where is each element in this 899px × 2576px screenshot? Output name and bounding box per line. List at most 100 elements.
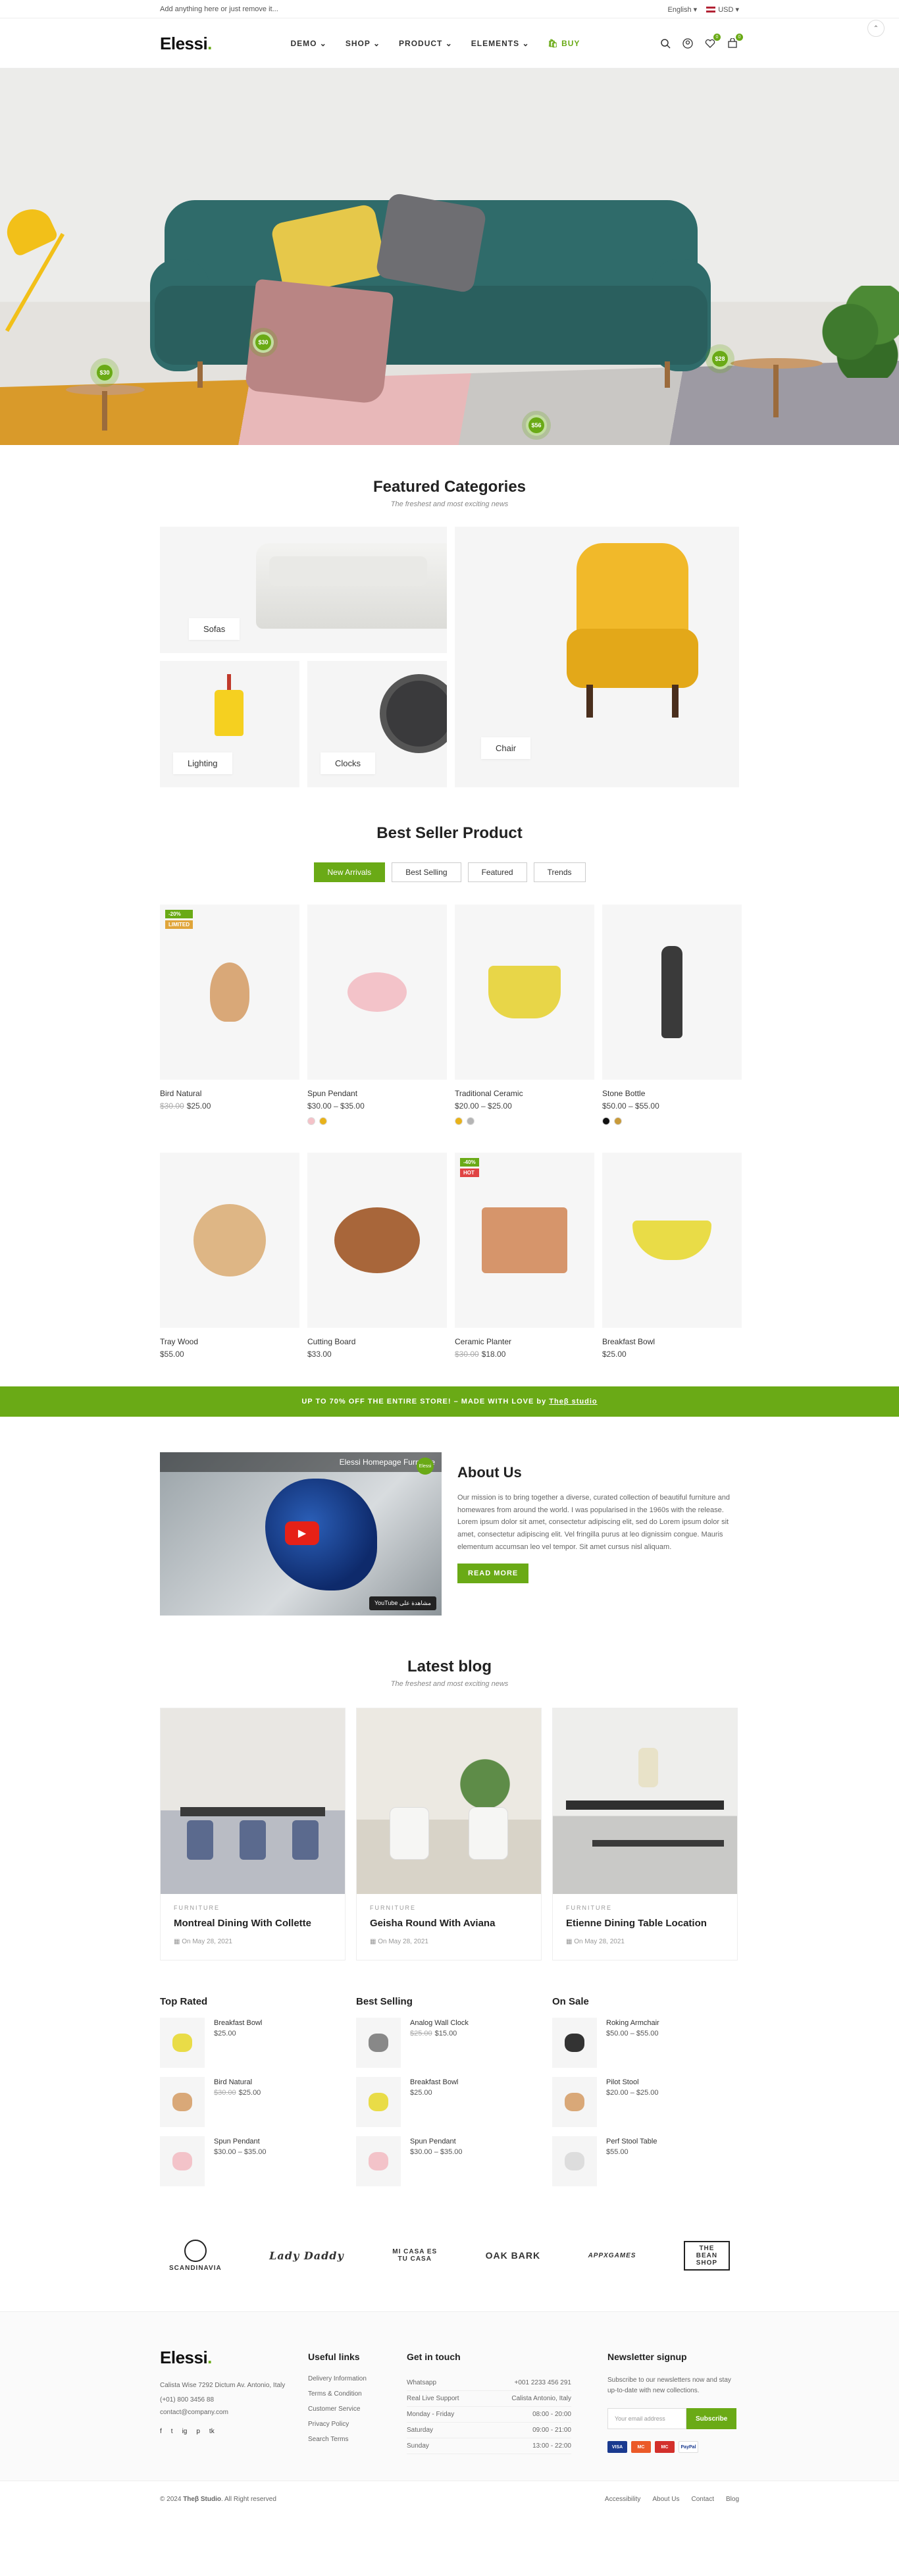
nav-buy[interactable]: 🛍 BUY: [548, 39, 580, 48]
mini-product-image[interactable]: [552, 2077, 597, 2127]
mini-product[interactable]: Perf Stool Table $55.00: [552, 2136, 738, 2186]
youtube-watch-button[interactable]: YouTube مشاهدة على: [369, 1596, 436, 1610]
subscribe-button[interactable]: Subscribe: [686, 2408, 737, 2429]
color-swatch[interactable]: [319, 1117, 327, 1125]
product-card[interactable]: -20% LIMITED Bird Natural $30.00 $25.00: [160, 905, 299, 1125]
product-image[interactable]: [455, 905, 594, 1080]
bottom-link[interactable]: Blog: [726, 2496, 739, 2503]
tab-new-arrivals[interactable]: New Arrivals: [313, 862, 386, 882]
read-more-button[interactable]: READ MORE: [457, 1564, 529, 1584]
product-card[interactable]: Breakfast Bowl $25.00: [602, 1153, 742, 1359]
color-swatch[interactable]: [455, 1117, 463, 1125]
color-swatch[interactable]: [467, 1117, 475, 1125]
newsletter-email-input[interactable]: Your email address: [607, 2408, 686, 2429]
tab-featured[interactable]: Featured: [467, 862, 527, 882]
mini-product[interactable]: Breakfast Bowl $25.00: [160, 2018, 346, 2068]
product-name[interactable]: Spun Pendant: [307, 1089, 447, 1098]
product-image[interactable]: [160, 1153, 299, 1328]
pinterest-icon[interactable]: p: [196, 2428, 200, 2435]
post-title[interactable]: Montreal Dining With Collette: [174, 1918, 332, 1929]
product-card[interactable]: Spun Pendant $30.00 – $35.00: [307, 905, 447, 1125]
brand-logo[interactable]: OAK BARK: [486, 2250, 540, 2261]
brand-logo[interactable]: MI CASA ES TU CASA: [392, 2248, 438, 2263]
video-embed[interactable]: Elessi Homepage Furniture Elessi ▶ YouTu…: [160, 1452, 442, 1616]
mini-product[interactable]: Bird Natural $30.00 $25.00: [160, 2077, 346, 2127]
mini-product-name[interactable]: Pilot Stool: [606, 2078, 659, 2086]
product-image[interactable]: [602, 905, 742, 1080]
instagram-icon[interactable]: ig: [182, 2428, 188, 2435]
footer-link[interactable]: Terms & Condition: [308, 2390, 407, 2398]
facebook-icon[interactable]: f: [160, 2428, 162, 2435]
mini-product-name[interactable]: Breakfast Bowl: [410, 2078, 458, 2086]
mini-product-image[interactable]: [356, 2077, 401, 2127]
mini-product-name[interactable]: Spun Pendant: [214, 2138, 267, 2145]
color-swatch[interactable]: [307, 1117, 315, 1125]
mini-product-image[interactable]: [356, 2018, 401, 2068]
mini-product-image[interactable]: [552, 2136, 597, 2186]
mini-product[interactable]: Roking Armchair $50.00 – $55.00: [552, 2018, 738, 2068]
product-name[interactable]: Ceramic Planter: [455, 1337, 594, 1346]
tab-best-selling[interactable]: Best Selling: [392, 862, 461, 882]
language-select[interactable]: English ▾: [668, 5, 698, 14]
copyright-studio[interactable]: Theβ Studio: [183, 2496, 221, 2503]
mini-product-name[interactable]: Bird Natural: [214, 2078, 261, 2086]
product-image[interactable]: -20% LIMITED: [160, 905, 299, 1080]
category-sofas[interactable]: Sofas: [160, 527, 447, 653]
blog-post[interactable]: FURNITURE Etienne Dining Table Location …: [552, 1708, 738, 1960]
twitter-icon[interactable]: t: [171, 2428, 173, 2435]
product-card[interactable]: Tray Wood $55.00: [160, 1153, 299, 1359]
product-card[interactable]: Stone Bottle $50.00 – $55.00: [602, 905, 742, 1125]
mini-product[interactable]: Pilot Stool $20.00 – $25.00: [552, 2077, 738, 2127]
product-name[interactable]: Tray Wood: [160, 1337, 299, 1346]
hotspot[interactable]: $28: [709, 348, 731, 369]
product-name[interactable]: Traditional Ceramic: [455, 1089, 594, 1098]
product-card[interactable]: Traditional Ceramic $20.00 – $25.00: [455, 905, 594, 1125]
mini-product[interactable]: Breakfast Bowl $25.00: [356, 2077, 542, 2127]
product-name[interactable]: Breakfast Bowl: [602, 1337, 742, 1346]
hotspot[interactable]: $30: [94, 362, 115, 383]
promo-link[interactable]: Theβ studio: [549, 1398, 597, 1406]
brand-logo[interactable]: SCANDINAVIA: [169, 2239, 222, 2272]
mini-product-image[interactable]: [356, 2136, 401, 2186]
mini-product-image[interactable]: [160, 2018, 205, 2068]
mini-product-image[interactable]: [160, 2077, 205, 2127]
wishlist-icon[interactable]: 0: [704, 34, 721, 50]
post-title[interactable]: Geisha Round With Aviana: [370, 1918, 528, 1929]
mini-product-name[interactable]: Analog Wall Clock: [410, 2019, 469, 2027]
footer-link[interactable]: Customer Service: [308, 2405, 407, 2413]
product-name[interactable]: Bird Natural: [160, 1089, 299, 1098]
footer-link[interactable]: Search Terms: [308, 2436, 407, 2443]
search-icon[interactable]: [659, 37, 672, 50]
bottom-link[interactable]: About Us: [652, 2496, 679, 2503]
color-swatch[interactable]: [614, 1117, 622, 1125]
hotspot[interactable]: $30: [253, 332, 274, 353]
footer-link[interactable]: Delivery Information: [308, 2375, 407, 2382]
post-title[interactable]: Etienne Dining Table Location: [566, 1918, 724, 1929]
category-lighting[interactable]: Lighting: [160, 661, 299, 787]
category-chair[interactable]: Chair: [455, 527, 739, 787]
mini-product-image[interactable]: [160, 2136, 205, 2186]
nav-shop[interactable]: SHOP ⌄: [346, 39, 380, 48]
tiktok-icon[interactable]: tk: [209, 2428, 215, 2435]
product-name[interactable]: Cutting Board: [307, 1337, 447, 1346]
nav-product[interactable]: PRODUCT ⌄: [399, 39, 453, 48]
product-card[interactable]: -40% HOT Ceramic Planter $30.00 $18.00: [455, 1153, 594, 1359]
mini-product[interactable]: Analog Wall Clock $25.00 $15.00: [356, 2018, 542, 2068]
brand-logo[interactable]: APPXGAMES: [588, 2252, 636, 2259]
mini-product-image[interactable]: [552, 2018, 597, 2068]
bottom-link[interactable]: Contact: [692, 2496, 714, 2503]
footer-email[interactable]: contact@company.com: [160, 2409, 308, 2416]
cart-icon[interactable]: 0: [726, 34, 743, 50]
hotspot[interactable]: $56: [526, 415, 547, 436]
mini-product-name[interactable]: Roking Armchair: [606, 2019, 659, 2027]
product-image[interactable]: [307, 1153, 447, 1328]
mini-product-name[interactable]: Spun Pendant: [410, 2138, 463, 2145]
nav-demo[interactable]: DEMO ⌄: [290, 39, 326, 48]
color-swatch[interactable]: [602, 1117, 610, 1125]
product-image[interactable]: -40% HOT: [455, 1153, 594, 1328]
product-card[interactable]: Cutting Board $33.00: [307, 1153, 447, 1359]
category-clocks[interactable]: Clocks: [307, 661, 447, 787]
product-image[interactable]: [602, 1153, 742, 1328]
play-icon[interactable]: ▶: [285, 1521, 319, 1545]
blog-post[interactable]: FURNITURE Geisha Round With Aviana ▦ On …: [356, 1708, 542, 1960]
